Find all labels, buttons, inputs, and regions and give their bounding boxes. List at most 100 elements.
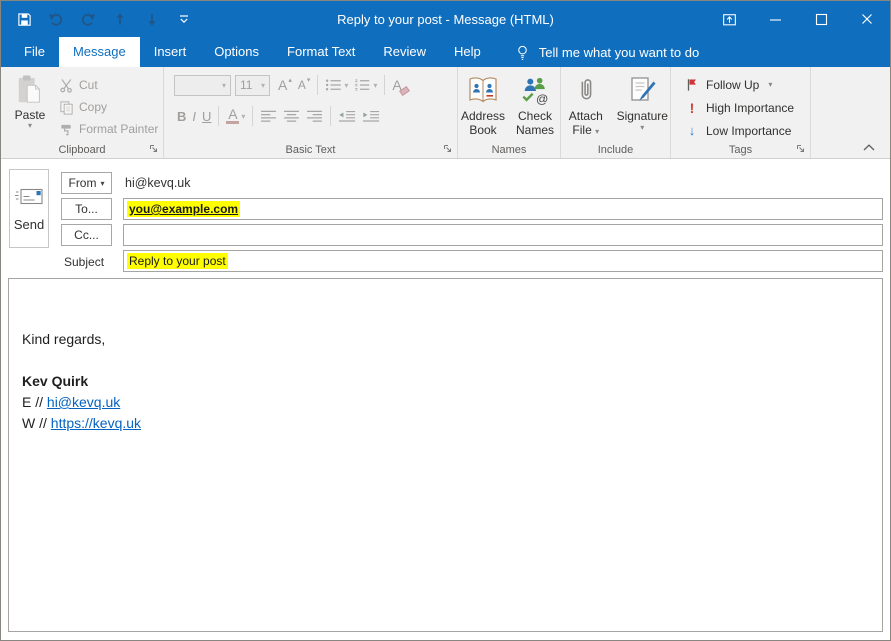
tags-dialog-launcher[interactable] bbox=[795, 143, 806, 154]
high-importance-button[interactable]: ! High Importance bbox=[671, 96, 810, 119]
from-value: hi@kevq.uk bbox=[125, 176, 191, 190]
font-name-chevron-icon: ▾ bbox=[222, 81, 226, 90]
message-body[interactable]: Kind regards, Kev Quirk E // hi@kevq.uk … bbox=[8, 278, 883, 632]
undo-icon bbox=[48, 11, 64, 27]
signature-label: Signature bbox=[617, 109, 668, 123]
close-button[interactable] bbox=[844, 1, 890, 37]
tab-help[interactable]: Help bbox=[440, 37, 495, 67]
send-button[interactable]: Send bbox=[9, 169, 49, 248]
from-label: From bbox=[68, 176, 96, 190]
underline-button[interactable]: U bbox=[199, 105, 214, 127]
paste-dropdown-chevron-icon[interactable]: ▾ bbox=[28, 122, 32, 130]
font-size-value: 11 bbox=[240, 78, 252, 92]
shrink-font-button[interactable]: A▾ bbox=[295, 74, 314, 96]
clipboard-dialog-launcher[interactable] bbox=[148, 143, 159, 154]
signature-icon bbox=[628, 73, 656, 107]
cc-field[interactable] bbox=[123, 224, 883, 246]
copy-label: Copy bbox=[79, 100, 107, 114]
basic-text-dialog-launcher[interactable] bbox=[442, 143, 453, 154]
tab-options[interactable]: Options bbox=[200, 37, 273, 67]
cut-label: Cut bbox=[79, 78, 98, 92]
subject-field[interactable]: Reply to your post bbox=[123, 250, 883, 272]
cut-icon bbox=[59, 78, 74, 93]
email-prefix: E // bbox=[22, 394, 47, 410]
font-size-chevron-icon: ▾ bbox=[261, 81, 265, 90]
decrease-indent-button[interactable] bbox=[335, 105, 359, 127]
redo-icon bbox=[80, 11, 96, 27]
qat-down-button[interactable] bbox=[142, 9, 162, 29]
align-center-button[interactable] bbox=[280, 105, 303, 127]
subject-value: Reply to your post bbox=[127, 253, 228, 269]
follow-up-button[interactable]: Follow Up ▾ bbox=[671, 73, 810, 96]
message-header: Send From ▾ hi@kevq.uk To... you@example… bbox=[1, 159, 890, 278]
to-recipient[interactable]: you@example.com bbox=[127, 201, 240, 217]
copy-button[interactable]: Copy bbox=[59, 96, 158, 118]
tab-insert[interactable]: Insert bbox=[140, 37, 201, 67]
ribbon-tab-bar: File Message Insert Options Format Text … bbox=[1, 37, 890, 67]
tell-me-search[interactable]: Tell me what you want to do bbox=[515, 37, 699, 67]
flag-icon bbox=[685, 77, 699, 92]
from-button[interactable]: From ▾ bbox=[61, 172, 112, 194]
cc-label: Cc... bbox=[74, 228, 99, 242]
collapse-ribbon-button[interactable] bbox=[862, 143, 876, 152]
align-left-icon bbox=[260, 110, 277, 123]
bullets-chevron-icon: ▾ bbox=[344, 81, 348, 90]
cc-button[interactable]: Cc... bbox=[61, 224, 112, 246]
title-bar: Reply to your post - Message (HTML) bbox=[1, 1, 890, 37]
subject-label: Subject bbox=[64, 255, 104, 269]
grow-font-arrow-icon: ▴ bbox=[288, 76, 292, 84]
up-arrow-icon bbox=[113, 12, 127, 27]
include-group-label: Include bbox=[561, 144, 670, 156]
names-group-label: Names bbox=[458, 144, 560, 156]
font-size-combo[interactable]: 11 ▾ bbox=[235, 75, 270, 96]
redo-button[interactable] bbox=[78, 9, 98, 29]
tab-review[interactable]: Review bbox=[369, 37, 440, 67]
tab-message[interactable]: Message bbox=[59, 37, 140, 67]
tab-format-text[interactable]: Format Text bbox=[273, 37, 369, 67]
align-center-icon bbox=[283, 110, 300, 123]
undo-button[interactable] bbox=[46, 9, 66, 29]
tab-file[interactable]: File bbox=[10, 37, 59, 67]
grow-font-button[interactable]: A▴ bbox=[275, 74, 295, 96]
address-book-label: Address Book bbox=[458, 109, 508, 137]
email-link[interactable]: hi@kevq.uk bbox=[47, 394, 120, 410]
to-field[interactable]: you@example.com bbox=[123, 198, 883, 220]
numbering-icon bbox=[354, 78, 371, 92]
maximize-button[interactable] bbox=[798, 1, 844, 37]
check-names-icon: @ bbox=[520, 73, 550, 107]
tell-me-label: Tell me what you want to do bbox=[539, 45, 699, 60]
ribbon-display-options-icon bbox=[721, 11, 738, 28]
italic-button[interactable]: I bbox=[189, 105, 199, 127]
font-name-combo[interactable]: ▾ bbox=[174, 75, 231, 96]
align-left-button[interactable] bbox=[257, 105, 280, 127]
bullets-button[interactable]: ▾ bbox=[322, 74, 351, 96]
minimize-button[interactable] bbox=[752, 1, 798, 37]
save-button[interactable] bbox=[14, 9, 34, 29]
qat-up-button[interactable] bbox=[110, 9, 130, 29]
down-arrow-icon bbox=[145, 12, 159, 27]
closing-line: Kind regards, bbox=[22, 329, 869, 350]
format-painter-button[interactable]: Format Painter bbox=[59, 118, 158, 140]
cut-button[interactable]: Cut bbox=[59, 74, 158, 96]
web-link[interactable]: https://kevq.uk bbox=[51, 415, 141, 431]
send-label: Send bbox=[14, 217, 44, 232]
low-importance-button[interactable]: ↓ Low Importance bbox=[671, 119, 810, 142]
align-right-button[interactable] bbox=[303, 105, 326, 127]
group-tags: Follow Up ▾ ! High Importance ↓ Low Impo… bbox=[671, 67, 811, 158]
to-label: To... bbox=[75, 202, 98, 216]
clear-formatting-button[interactable]: A bbox=[389, 74, 404, 96]
paste-label: Paste bbox=[15, 108, 46, 122]
decrease-indent-icon bbox=[338, 110, 356, 123]
check-names-label: Check Names bbox=[510, 109, 560, 137]
font-color-button[interactable]: A ▾ bbox=[223, 105, 248, 127]
ribbon-display-options-button[interactable] bbox=[706, 1, 752, 37]
bold-button[interactable]: B bbox=[174, 105, 189, 127]
numbering-button[interactable]: ▾ bbox=[351, 74, 380, 96]
signature-chevron-icon: ▾ bbox=[640, 123, 644, 132]
customize-qat-button[interactable] bbox=[174, 9, 194, 29]
window-title: Reply to your post - Message (HTML) bbox=[337, 1, 554, 37]
ribbon-spacer bbox=[811, 67, 890, 158]
to-button[interactable]: To... bbox=[61, 198, 112, 220]
low-importance-label: Low Importance bbox=[706, 124, 791, 138]
increase-indent-button[interactable] bbox=[359, 105, 383, 127]
